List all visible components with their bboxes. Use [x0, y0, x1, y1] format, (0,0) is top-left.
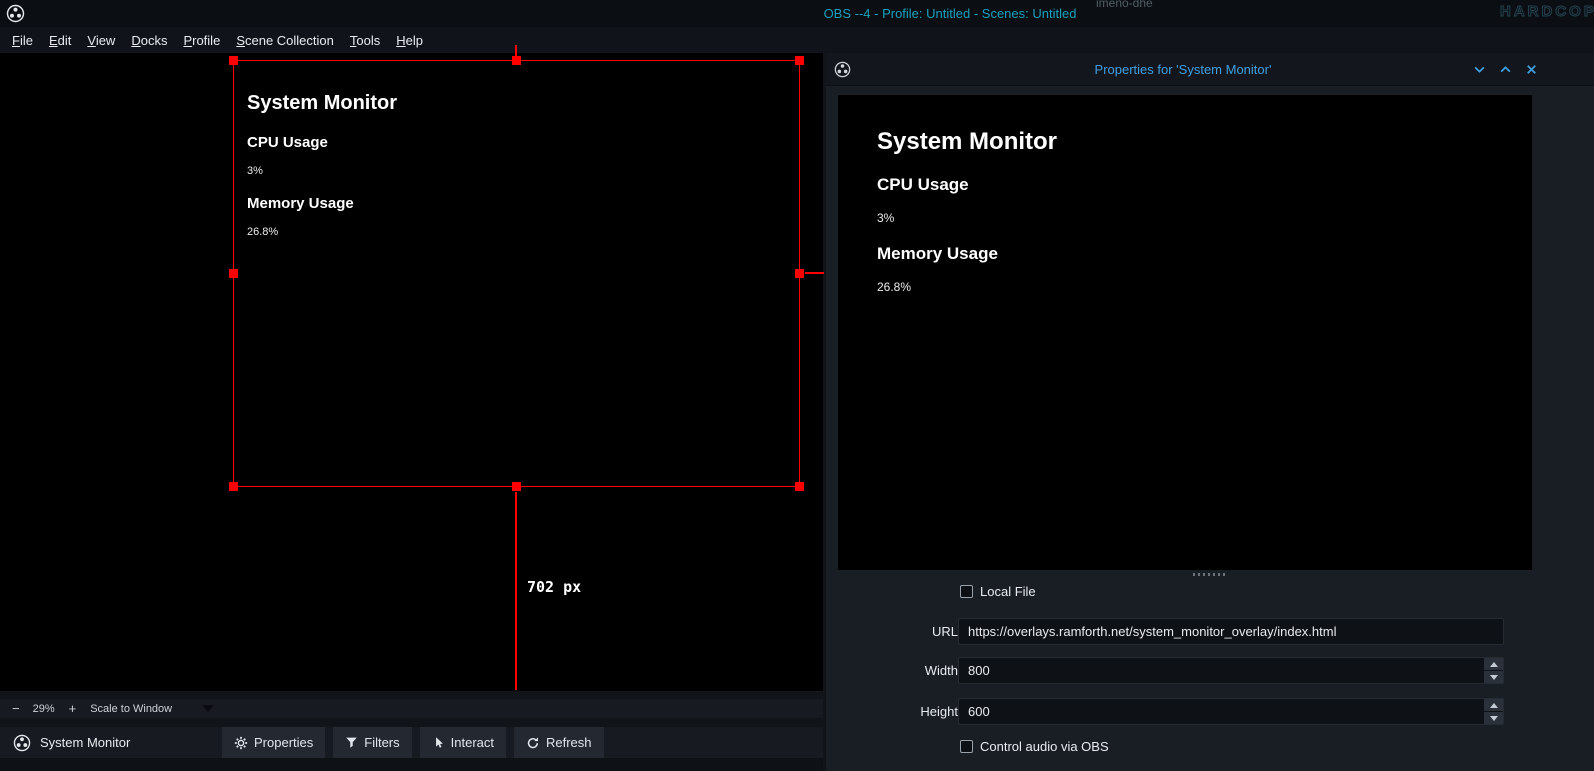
window-title: OBS --4 - Profile: Untitled - Scenes: Un…	[306, 0, 1594, 27]
spin-up-icon[interactable]	[1484, 658, 1503, 670]
overlay-cpu-value: 3%	[877, 211, 894, 225]
scale-mode-dropdown[interactable]: Scale to Window	[90, 703, 214, 715]
panel-resize-grip-icon[interactable]	[826, 571, 1594, 577]
local-file-row: Local File	[960, 584, 1036, 599]
filters-button[interactable]: Filters	[333, 727, 411, 758]
selection-handle-mid-left[interactable]	[229, 269, 238, 278]
chevron-down-icon[interactable]	[1473, 63, 1486, 76]
obs-logo-icon	[13, 734, 31, 752]
properties-panel-titlebar[interactable]: Properties for 'System Monitor'	[826, 53, 1594, 86]
selection-handle-bottom-left[interactable]	[229, 482, 238, 491]
panel-controls	[1473, 53, 1538, 86]
spin-up-icon[interactable]	[1484, 699, 1503, 711]
zoom-level: 29%	[33, 703, 65, 715]
properties-panel: Properties for 'System Monitor' System M…	[826, 53, 1594, 771]
properties-preview: System Monitor CPU Usage 3% Memory Usage…	[838, 95, 1532, 570]
interact-button-label: Interact	[451, 735, 494, 750]
selection-handle-bottom-right[interactable]	[795, 482, 804, 491]
height-label: Height	[834, 698, 958, 725]
interact-button[interactable]: Interact	[420, 727, 506, 758]
properties-panel-title: Properties for 'System Monitor'	[826, 53, 1540, 86]
height-input[interactable]	[958, 698, 1504, 725]
menu-item-docks[interactable]: Docks	[123, 33, 175, 48]
zoom-in-button[interactable]: +	[69, 701, 77, 716]
control-audio-label: Control audio via OBS	[980, 739, 1109, 754]
window-titlebar: OBS --4 - Profile: Untitled - Scenes: Un…	[0, 0, 1594, 27]
refresh-button-label: Refresh	[546, 735, 592, 750]
url-input[interactable]	[958, 618, 1504, 645]
control-audio-row: Control audio via OBS	[960, 739, 1109, 754]
source-toolbar-buttons: Properties Filters Interact	[222, 727, 604, 758]
refresh-icon	[526, 736, 540, 750]
measurement-label: 702 px	[524, 577, 584, 597]
overlay-mem-value: 26.8%	[877, 280, 911, 294]
background-watermark: HARDCOPY	[1500, 3, 1594, 20]
cursor-icon	[432, 736, 445, 749]
source-name: System Monitor	[40, 735, 130, 750]
properties-button[interactable]: Properties	[222, 727, 325, 758]
width-label: Width	[834, 657, 958, 684]
menu-bar: File Edit View Docks Profile Scene Colle…	[0, 27, 1594, 53]
source-toolbar: System Monitor Properties	[0, 727, 823, 758]
preview-status-bar: − 29% + Scale to Window	[0, 699, 823, 718]
obs-window: { "window": { "title": "OBS --4 - Profil…	[0, 0, 1594, 771]
width-spin-buttons	[1484, 658, 1503, 683]
spin-down-icon[interactable]	[1484, 671, 1503, 683]
zoom-out-button[interactable]: −	[12, 701, 20, 716]
width-spinbox	[958, 657, 1504, 684]
selection-handle-bottom-center[interactable]	[512, 482, 521, 491]
selection-handle-top-left[interactable]	[229, 56, 238, 65]
control-audio-checkbox[interactable]	[960, 740, 973, 753]
selection-handle-top-right[interactable]	[795, 56, 804, 65]
url-label: URL	[834, 618, 958, 645]
menu-item-file[interactable]: File	[4, 33, 41, 48]
bottom-strip	[0, 758, 823, 771]
refresh-button[interactable]: Refresh	[514, 727, 604, 758]
measurement-line	[515, 492, 517, 690]
selection-box[interactable]	[233, 60, 800, 487]
filters-button-label: Filters	[364, 735, 399, 750]
menu-item-help[interactable]: Help	[388, 33, 431, 48]
overlay-mem-label: Memory Usage	[877, 244, 998, 264]
menu-item-profile[interactable]: Profile	[175, 33, 228, 48]
obs-logo-icon	[6, 4, 25, 23]
gear-icon	[234, 736, 248, 750]
menu-item-view[interactable]: View	[79, 33, 123, 48]
caret-down-icon	[202, 705, 214, 712]
close-icon[interactable]	[1525, 63, 1538, 76]
selection-handle-mid-right[interactable]	[795, 269, 804, 278]
scale-mode-label: Scale to Window	[90, 703, 172, 715]
chevron-up-icon[interactable]	[1499, 63, 1512, 76]
local-file-label: Local File	[980, 584, 1036, 599]
local-file-checkbox[interactable]	[960, 585, 973, 598]
background-text: imeno-dhe	[1096, 0, 1153, 10]
menu-item-scene-collection[interactable]: Scene Collection	[228, 33, 342, 48]
preview-canvas[interactable]: System Monitor CPU Usage 3% Memory Usage…	[0, 53, 823, 691]
overlay-title: System Monitor	[877, 128, 1057, 156]
selection-handle-top-center[interactable]	[512, 56, 521, 65]
menu-item-edit[interactable]: Edit	[41, 33, 79, 48]
menu-item-tools[interactable]: Tools	[342, 33, 388, 48]
properties-button-label: Properties	[254, 735, 313, 750]
selection-rotation-line	[515, 45, 517, 57]
height-spin-buttons	[1484, 699, 1503, 724]
overlay-cpu-label: CPU Usage	[877, 175, 969, 195]
selection-extension-line	[805, 272, 824, 274]
spin-down-icon[interactable]	[1484, 712, 1503, 724]
height-spinbox	[958, 698, 1504, 725]
filter-icon	[345, 736, 358, 749]
width-input[interactable]	[958, 657, 1504, 684]
